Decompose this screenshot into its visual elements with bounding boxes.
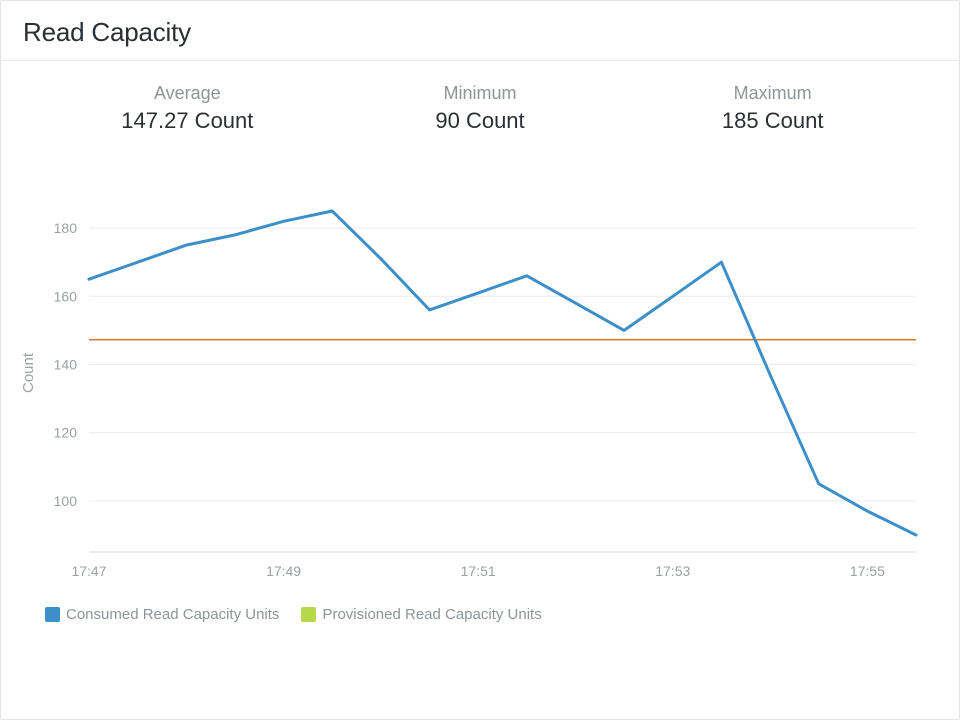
read-capacity-panel: Read Capacity Average 147.27 Count Minim…	[0, 0, 960, 720]
line-chart-svg: 100 120 140 160 180 17:47 17:49 17:51 17:53 17:55…	[11, 164, 926, 594]
stat-value-average: 147.27 Count	[41, 108, 334, 134]
y-tick-label: 100	[54, 493, 78, 509]
x-tick-label: 17:47	[71, 563, 106, 579]
stat-value-maximum: 185 Count	[626, 108, 919, 134]
panel-title: Read Capacity	[1, 1, 959, 61]
y-tick-label: 160	[54, 288, 78, 304]
stat-maximum: Maximum 185 Count	[626, 83, 919, 134]
stats-row: Average 147.27 Count Minimum 90 Count Ma…	[1, 61, 959, 164]
x-tick-label: 17:49	[266, 563, 301, 579]
stat-label-minimum: Minimum	[334, 83, 627, 104]
x-tick-label: 17:55	[850, 563, 885, 579]
legend-label-consumed: Consumed Read Capacity Units	[66, 606, 279, 623]
stat-label-maximum: Maximum	[626, 83, 919, 104]
stat-value-minimum: 90 Count	[334, 108, 627, 134]
legend-label-provisioned: Provisioned Read Capacity Units	[322, 606, 541, 623]
y-axis-label: Count	[20, 352, 37, 393]
y-tick-label: 180	[54, 220, 78, 236]
chart-area: 100 120 140 160 180 17:47 17:49 17:51 17:53 17:55…	[1, 164, 959, 594]
legend-item-consumed[interactable]: Consumed Read Capacity Units	[45, 606, 279, 623]
stat-label-average: Average	[41, 83, 334, 104]
x-tick-label: 17:53	[655, 563, 690, 579]
legend-swatch-consumed	[45, 607, 60, 622]
x-tick-label: 17:51	[461, 563, 496, 579]
legend-item-provisioned[interactable]: Provisioned Read Capacity Units	[301, 606, 541, 623]
stat-minimum: Minimum 90 Count	[334, 83, 627, 134]
chart-legend: Consumed Read Capacity Units Provisioned…	[1, 594, 959, 641]
y-tick-label: 120	[54, 425, 78, 441]
series-line	[89, 211, 916, 535]
stat-average: Average 147.27 Count	[41, 83, 334, 134]
y-tick-label: 140	[54, 356, 78, 372]
legend-swatch-provisioned	[301, 607, 316, 622]
